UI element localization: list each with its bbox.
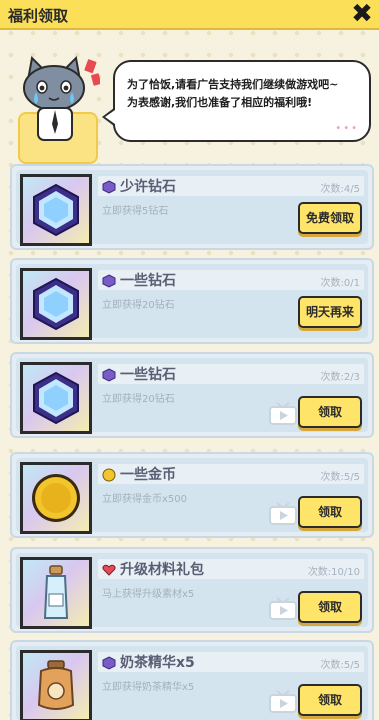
reward-card-body: 升级材料礼包 次数:10/10 马上获得升级素材x5 领取 [16, 553, 368, 629]
cat-mascot-icon [23, 55, 100, 141]
reward-description: 马上获得升级素材x5 [102, 589, 195, 600]
reward-title-bar: 一些金币 次数:5/5 [98, 464, 364, 484]
purple-gem-icon [102, 655, 116, 670]
reward-title-bar: 一些钻石 次数:0/1 [98, 270, 364, 290]
purple-gem-icon [102, 367, 116, 382]
reward-thumbnail [20, 462, 92, 534]
reward-thumbnail [20, 174, 92, 246]
video-ad-icon [268, 597, 298, 621]
reward-card-body: 一些钻石 次数:0/1 立即获得20钻石 明天再来 [16, 264, 368, 340]
speech-bubble: 为了恰饭,请看广告支持我们继续做游戏吧~ 为表感谢,我们也准备了相应的福利哦! … [113, 60, 371, 142]
reward-description: 立即获得金币x500 [102, 494, 188, 505]
reward-title-bar: 升级材料礼包 次数:10/10 [98, 559, 364, 579]
reward-card-body: 奶茶精华x5 次数:5/5 立即获得奶茶精华x5 领取 [16, 646, 368, 720]
reward-title: 少许钻石 [120, 179, 176, 195]
reward-count: 次数:5/5 [320, 472, 360, 483]
reward-title-bar: 少许钻石 次数:4/5 [98, 176, 364, 196]
reward-card-body: 少许钻石 次数:4/5 立即获得5钻石 免费领取 [16, 170, 368, 246]
reward-count: 次数:10/10 [307, 567, 360, 578]
reward-card: 升级材料礼包 次数:10/10 马上获得升级素材x5 领取 [10, 547, 374, 633]
claim-button[interactable]: 领取 [298, 684, 362, 716]
reward-title: 一些金币 [120, 467, 176, 483]
claim-button[interactable]: 明天再来 [298, 296, 362, 328]
reward-thumbnail [20, 650, 92, 720]
reward-card: 少许钻石 次数:4/5 立即获得5钻石 免费领取 [10, 164, 374, 250]
heart-icon [102, 562, 116, 576]
bubble-line-2: 为表感谢,我们也准备了相应的福利哦! [127, 96, 313, 109]
purple-gem-icon [102, 179, 116, 194]
reward-count: 次数:2/3 [320, 372, 360, 383]
claim-button[interactable]: 免费领取 [298, 202, 362, 234]
claim-button[interactable]: 领取 [298, 496, 362, 528]
reward-title-bar: 奶茶精华x5 次数:5/5 [98, 652, 364, 672]
reward-title-bar: 一些钻石 次数:2/3 [98, 364, 364, 384]
reward-title: 一些钻石 [120, 273, 176, 289]
reward-count: 次数:5/5 [320, 660, 360, 671]
reward-thumbnail [20, 268, 92, 340]
bubble-line-1: 为了恰饭,请看广告支持我们继续做游戏吧~ [127, 78, 339, 91]
reward-card: 一些金币 次数:5/5 立即获得金币x500 领取 [10, 452, 374, 538]
reward-card: 一些钻石 次数:2/3 立即获得20钻石 领取 [10, 352, 374, 438]
reward-title: 升级材料礼包 [120, 562, 204, 578]
claim-button[interactable]: 领取 [298, 591, 362, 623]
reward-description: 立即获得20钻石 [102, 394, 175, 405]
header-bar: 福利领取 ✖ [0, 0, 379, 30]
reward-title: 奶茶精华x5 [120, 655, 195, 671]
video-ad-icon [268, 690, 298, 714]
purple-gem-icon [102, 273, 116, 288]
close-icon[interactable]: ✖ [349, 0, 375, 28]
reward-count: 次数:0/1 [320, 278, 360, 289]
page-title: 福利领取 [8, 7, 69, 25]
reward-card: 一些钻石 次数:0/1 立即获得20钻石 明天再来 [10, 258, 374, 344]
reward-card-body: 一些钻石 次数:2/3 立即获得20钻石 领取 [16, 358, 368, 434]
reward-card: 奶茶精华x5 次数:5/5 立即获得奶茶精华x5 领取 [10, 640, 374, 720]
bubble-dots: ••• [335, 123, 359, 134]
reward-description: 立即获得奶茶精华x5 [102, 682, 195, 693]
cat-mascot [14, 52, 100, 164]
reward-card-body: 一些金币 次数:5/5 立即获得金币x500 领取 [16, 458, 368, 534]
reward-title: 一些钻石 [120, 367, 176, 383]
claim-button[interactable]: 领取 [298, 396, 362, 428]
reward-thumbnail [20, 557, 92, 629]
reward-thumbnail [20, 362, 92, 434]
gold-coin-icon [102, 467, 116, 482]
reward-count: 次数:4/5 [320, 184, 360, 195]
video-ad-icon [268, 402, 298, 426]
reward-description: 立即获得5钻石 [102, 206, 169, 217]
video-ad-icon [268, 502, 298, 526]
reward-description: 立即获得20钻石 [102, 300, 175, 311]
speech-bubble-tail-inner [105, 110, 115, 124]
ad-banner: 为了恰饭,请看广告支持我们继续做游戏吧~ 为表感谢,我们也准备了相应的福利哦! … [0, 32, 379, 164]
